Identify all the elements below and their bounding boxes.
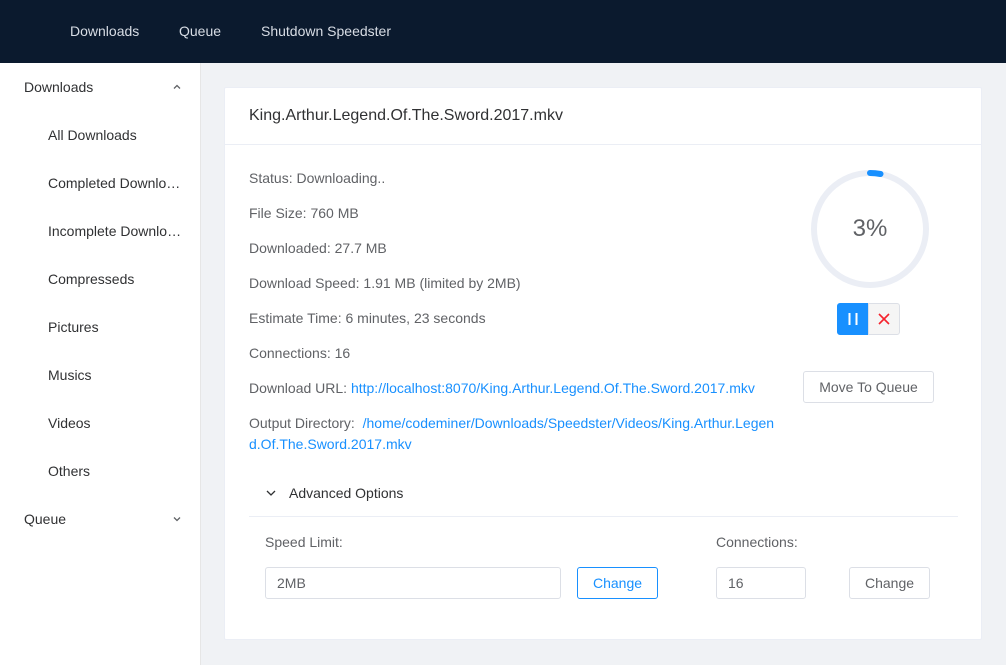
chevron-down-icon: [173, 517, 181, 522]
pause-button[interactable]: [837, 303, 869, 335]
status-value: Downloading..: [296, 170, 386, 186]
sidebar-item-label: Pictures: [48, 319, 99, 335]
sidebar-item-pictures[interactable]: Pictures: [0, 303, 200, 351]
advanced-options-label: Advanced Options: [289, 485, 404, 501]
sidebar-item-incomplete[interactable]: Incomplete Downloads: [0, 207, 200, 255]
card-header: King.Arthur.Legend.Of.The.Sword.2017.mkv: [225, 88, 981, 145]
sidebar-item-label: All Downloads: [48, 127, 137, 143]
advanced-options-toggle[interactable]: Advanced Options: [249, 471, 958, 517]
sidebar-item-label: Musics: [48, 367, 92, 383]
chevron-down-icon: [266, 490, 276, 496]
speed-row: Download Speed: 1.91 MB (limited by 2MB): [249, 273, 521, 293]
download-url-link[interactable]: http://localhost:8070/King.Arthur.Legend…: [351, 380, 755, 396]
status-row: Status: Downloading..: [249, 168, 385, 188]
sidebar-item-label: Completed Downloads: [48, 175, 184, 191]
estimate-value: 6 minutes, 23 seconds: [345, 310, 486, 326]
file-size-label: File Size:: [249, 205, 307, 221]
download-detail-card: King.Arthur.Legend.Of.The.Sword.2017.mkv…: [224, 87, 982, 640]
download-filename: King.Arthur.Legend.Of.The.Sword.2017.mkv: [249, 107, 563, 124]
sidebar: Downloads All Downloads Completed Downlo…: [0, 63, 201, 665]
nav-shutdown[interactable]: Shutdown Speedster: [261, 0, 391, 63]
connections-row: Connections: 16: [249, 343, 350, 363]
speed-limit-label: Speed Limit:: [265, 534, 343, 550]
cancel-button[interactable]: [868, 303, 900, 335]
sidebar-item-label: Others: [48, 463, 91, 479]
estimate-row: Estimate Time: 6 minutes, 23 seconds: [249, 308, 486, 328]
progress-percent: 3%: [852, 215, 888, 242]
output-label: Output Directory:: [249, 415, 355, 431]
downloaded-row: Downloaded: 27.7 MB: [249, 238, 387, 258]
speed-value: 1.91 MB (limited by 2MB): [363, 275, 521, 291]
speed-label: Download Speed:: [249, 275, 360, 291]
sidebar-group-label: Queue: [24, 511, 67, 527]
url-row: Download URL: http://localhost:8070/King…: [249, 378, 755, 398]
close-icon: [878, 313, 890, 325]
pause-icon: [848, 313, 858, 325]
top-navbar: Downloads Queue Shutdown Speedster: [0, 0, 1006, 63]
sidebar-item-label: Videos: [48, 415, 91, 431]
downloaded-label: Downloaded:: [249, 240, 331, 256]
output-directory-row: Output Directory: /home/codeminer/Downlo…: [249, 413, 779, 455]
sidebar-item-all-downloads[interactable]: All Downloads: [0, 111, 200, 159]
url-label: Download URL:: [249, 380, 348, 396]
file-size-row: File Size: 760 MB: [249, 203, 359, 223]
status-label: Status:: [249, 170, 293, 186]
sidebar-item-compresseds[interactable]: Compresseds: [0, 255, 200, 303]
sidebar-item-label: Incomplete Downloads: [48, 223, 184, 239]
sidebar-item-others[interactable]: Others: [0, 447, 200, 495]
chevron-up-icon: [173, 84, 181, 89]
connections-input[interactable]: [716, 567, 806, 599]
sidebar-item-label: Compresseds: [48, 271, 135, 287]
downloaded-value: 27.7 MB: [334, 240, 387, 256]
sidebar-item-completed[interactable]: Completed Downloads: [0, 159, 200, 207]
connections-label: Connections:: [249, 345, 331, 361]
sidebar-group-downloads[interactable]: Downloads: [0, 63, 200, 111]
connections-field-label: Connections:: [716, 534, 798, 550]
connections-change-button[interactable]: Change: [849, 567, 930, 599]
move-to-queue-button[interactable]: Move To Queue: [803, 371, 934, 403]
sidebar-item-musics[interactable]: Musics: [0, 351, 200, 399]
file-size-value: 760 MB: [310, 205, 359, 221]
sidebar-group-queue[interactable]: Queue: [0, 495, 200, 543]
connections-value: 16: [334, 345, 351, 361]
sidebar-group-label: Downloads: [24, 79, 94, 95]
estimate-label: Estimate Time:: [249, 310, 342, 326]
nav-downloads[interactable]: Downloads: [70, 0, 139, 63]
speed-limit-input[interactable]: [265, 567, 561, 599]
sidebar-item-videos[interactable]: Videos: [0, 399, 200, 447]
nav-queue[interactable]: Queue: [179, 0, 221, 63]
speed-limit-change-button[interactable]: Change: [577, 567, 658, 599]
